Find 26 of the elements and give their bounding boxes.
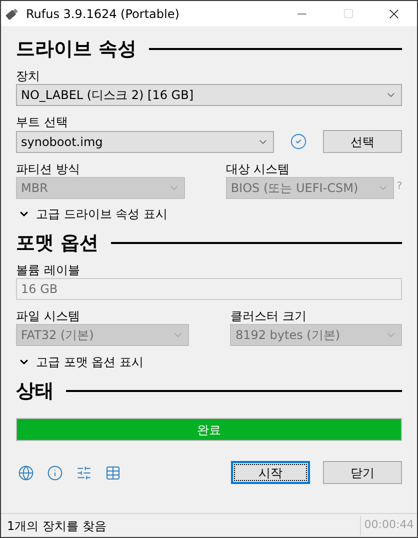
settings-icon[interactable] <box>76 464 92 480</box>
advanced-options-toggle[interactable]: 고급 포맷 옵션 표시 <box>18 350 402 374</box>
select-button[interactable]: 선택 <box>323 130 402 153</box>
dialog-button[interactable]: 시작 <box>231 461 310 484</box>
field-label: 클러스터 크기 <box>230 310 306 324</box>
log-icon[interactable] <box>105 464 121 480</box>
advanced-options-toggle[interactable]: 고급 드라이브 속성 표시 <box>18 202 402 226</box>
usb-drive-icon <box>5 6 19 20</box>
dropdown[interactable]: synoboot.img <box>16 130 274 152</box>
field-label: 대상 시스템 <box>226 163 290 177</box>
section-heading: 상태 <box>16 378 54 404</box>
field-label: 파일 시스템 <box>16 310 80 324</box>
section-heading: 포맷 옵션 <box>16 230 99 256</box>
dialog-button[interactable]: 닫기 <box>323 461 402 484</box>
status-message: 1개의 장치를 찾음 <box>6 518 108 534</box>
field-label: 부트 선택 <box>16 116 68 130</box>
field-label: 볼륨 레이블 <box>16 264 80 278</box>
progress-text: 완료 <box>196 422 222 438</box>
info-icon[interactable] <box>47 464 63 480</box>
section-heading: 드라이브 속성 <box>16 36 137 62</box>
dropdown[interactable]: NO_LABEL (디스크 2) [16 GB] <box>16 84 402 106</box>
field-label: 파티션 방식 <box>16 163 80 177</box>
elapsed-time: 00:00:44 <box>363 517 415 534</box>
field-label: 장치 <box>16 70 40 84</box>
globe-icon[interactable] <box>18 464 34 480</box>
window-title: Rufus 3.9.1624 (Portable) <box>26 6 180 22</box>
